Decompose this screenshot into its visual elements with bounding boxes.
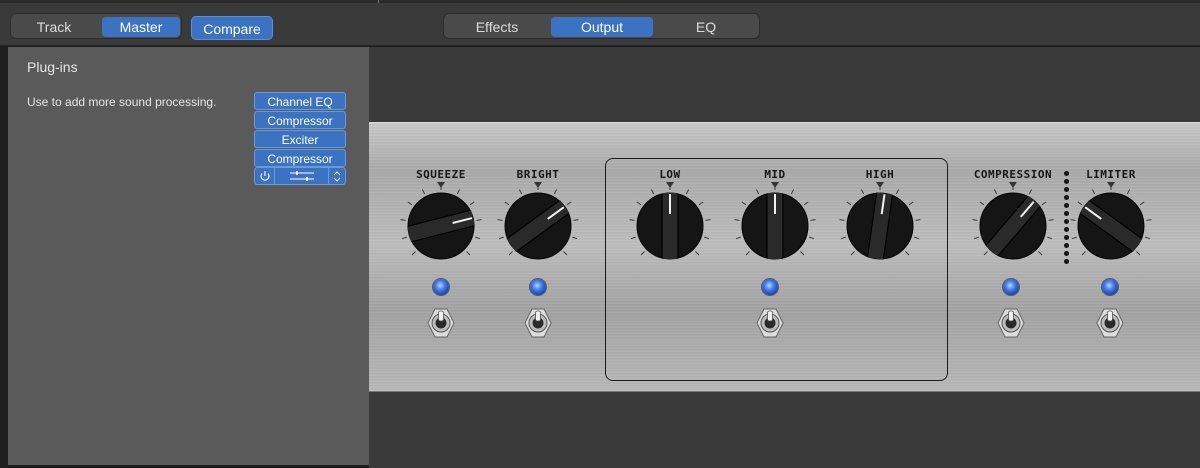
plugins-description: Use to add more sound processing. xyxy=(27,95,217,109)
knob-label-limiter: LIMITER xyxy=(1086,168,1136,181)
toggle-switch-limiter[interactable] xyxy=(1092,303,1128,348)
led-bright xyxy=(530,279,546,295)
knob-limiter[interactable] xyxy=(1066,181,1156,276)
plugins-panel: Plug-ins Use to add more sound processin… xyxy=(8,47,369,465)
knob-label-low: LOW xyxy=(659,168,681,181)
knob-high[interactable] xyxy=(835,181,925,276)
knob-squeeze[interactable] xyxy=(396,181,486,276)
knob-low[interactable] xyxy=(625,181,715,276)
toggle-switch-bright[interactable] xyxy=(520,303,556,348)
top-toolbar: Track Master Compare Effects Output EQ xyxy=(0,0,1200,46)
compare-button[interactable]: Compare xyxy=(191,16,273,40)
led-squeeze xyxy=(433,279,449,295)
tab-effects[interactable]: Effects xyxy=(450,17,544,37)
knob-bright[interactable] xyxy=(493,181,583,276)
plugins-title: Plug-ins xyxy=(27,59,78,75)
up-down-chevron-icon[interactable] xyxy=(329,168,345,184)
track-master-segmented-control: Track Master xyxy=(10,13,182,39)
plugin-slot-exciter[interactable]: Exciter xyxy=(254,130,346,148)
window-divider-mark xyxy=(378,0,379,3)
tab-output[interactable]: Output xyxy=(551,17,653,37)
plugin-slot-compressor[interactable]: Compressor xyxy=(254,111,346,129)
knob-label-high: HIGH xyxy=(865,168,895,181)
plugin-slot-channel-eq[interactable]: Channel EQ xyxy=(254,92,346,110)
knob-mid[interactable] xyxy=(730,181,820,276)
knob-label-squeeze: SQUEEZE xyxy=(416,168,466,181)
view-segmented-control: Effects Output EQ xyxy=(443,13,760,39)
tab-eq[interactable]: EQ xyxy=(658,17,754,37)
toggle-switch-eq[interactable] xyxy=(752,303,788,348)
power-icon[interactable] xyxy=(255,168,275,184)
led-eq xyxy=(762,279,778,295)
tab-master[interactable]: Master xyxy=(102,17,180,37)
plugin-slot-compressor-2[interactable]: Compressor xyxy=(254,149,346,167)
led-compression xyxy=(1003,279,1019,295)
plugin-slot-controls xyxy=(254,167,346,185)
amp-faceplate: SQUEEZE BRIGHT LOW MID HIGH COMPRESSION … xyxy=(369,122,1200,392)
toggle-switch-squeeze[interactable] xyxy=(423,303,459,348)
knob-label-bright: BRIGHT xyxy=(516,168,560,181)
toggle-switch-compression[interactable] xyxy=(993,303,1029,348)
knob-label-mid: MID xyxy=(764,168,786,181)
led-limiter xyxy=(1102,279,1118,295)
compression-meter xyxy=(1063,171,1071,267)
knob-label-compression: COMPRESSION xyxy=(973,168,1053,181)
sliders-icon[interactable] xyxy=(275,168,329,184)
tab-track[interactable]: Track xyxy=(14,17,94,37)
knob-compression[interactable] xyxy=(968,181,1058,276)
